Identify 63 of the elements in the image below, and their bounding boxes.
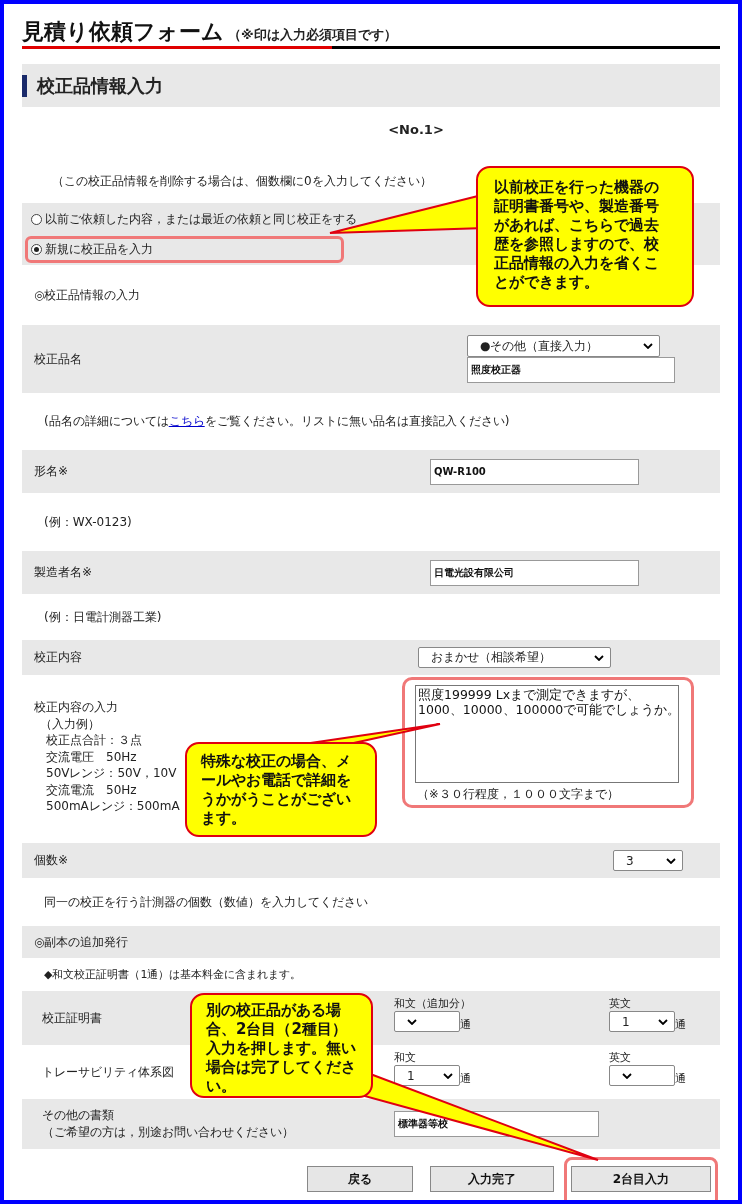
column-label: 和文（追加分） xyxy=(394,996,472,1011)
column-label: 和文 xyxy=(394,1050,417,1065)
callout: 別の校正品がある場合、2台目（2種目）入力を押します。無い場合は完了してください。 xyxy=(190,993,373,1098)
field-label: 製造者名※ xyxy=(33,564,94,581)
unit-label: 通 xyxy=(460,1017,471,1032)
limit-note: （※３０行程度，１０００文字まで） xyxy=(416,786,620,802)
unit-label: 通 xyxy=(675,1017,686,1032)
product-note: (品名の詳細についてはこちら をご覧ください。リストに無い品名は直接記入ください) xyxy=(44,413,510,430)
chevron-icon xyxy=(594,654,604,661)
example-line: 交流電圧 50Hz xyxy=(46,748,137,765)
field-label: 校正内容の入力 xyxy=(34,699,118,716)
content-select[interactable]: おまかせ（相談希望） xyxy=(418,647,611,668)
radio-option[interactable]: 新規に校正品を入力 xyxy=(25,235,344,263)
section-header: 校正品情報入力 xyxy=(22,64,720,107)
chevron-icon xyxy=(658,1018,668,1025)
field-hint: （ご希望の方は，別途お問い合わせください） xyxy=(42,1124,295,1141)
field-label: 校正証明書 xyxy=(42,1009,102,1027)
copies-select[interactable]: 1 xyxy=(609,1011,675,1032)
product-name-field[interactable]: 照度校正器 xyxy=(467,357,675,383)
manufacturer-field[interactable]: 日電光設有限公司 xyxy=(430,559,639,586)
required-note: （※印は入力必須項目です） xyxy=(228,26,397,44)
chevron-icon xyxy=(666,857,676,864)
example-note: (例：日電計測器工業) xyxy=(44,608,162,626)
copies-select[interactable]: 1 xyxy=(394,1065,460,1086)
chevron-icon xyxy=(643,343,653,349)
field-label: 校正内容 xyxy=(33,649,83,666)
content-textarea[interactable]: 照度199999 Lxまで測定できますが、 1000、10000、100000で可能でしょうか。 xyxy=(415,685,679,783)
item-number: <No.1> xyxy=(388,121,444,137)
example-line: 50Vレンジ：50V，10V xyxy=(46,765,177,782)
example-line: 500mAレンジ：500mA xyxy=(46,798,180,815)
page-title: 見積り依頼フォーム xyxy=(22,18,224,46)
example-line: 交流電流 50Hz xyxy=(46,781,137,798)
field-label: トレーサビリティ体系図 xyxy=(42,1063,174,1081)
subheading: ◎副本の追加発行 xyxy=(33,933,130,951)
example-line: 校正点合計：３点 xyxy=(46,732,142,749)
details-link[interactable]: こちら xyxy=(168,414,205,428)
field-label: 形名※ xyxy=(33,463,70,480)
chevron-icon xyxy=(407,1018,417,1025)
copies-select[interactable] xyxy=(394,1011,460,1032)
field-label: 個数※ xyxy=(33,852,70,869)
quantity-note: 同一の校正を行う計測器の個数（数値）を入力してください xyxy=(44,893,368,911)
unit-label: 通 xyxy=(460,1071,471,1086)
example-line: （入力例） xyxy=(40,715,100,732)
delete-note: （この校正品情報を削除する場合は、個数欄に0を入力してください） xyxy=(52,172,432,190)
column-label: 英文 xyxy=(609,1050,632,1065)
quantity-select[interactable]: 3 xyxy=(613,850,683,871)
copies-select[interactable] xyxy=(609,1065,675,1086)
chevron-icon xyxy=(443,1072,453,1079)
product-select[interactable]: ●その他（直接入力） xyxy=(467,335,660,357)
column-label: 英文 xyxy=(609,996,632,1011)
field-label: 校正品名 xyxy=(33,350,83,368)
radio-option[interactable]: 以前ご依頼した内容，または最近の依頼と同じ校正をする xyxy=(25,205,370,233)
form-button[interactable]: 戻る xyxy=(307,1166,413,1192)
model-field[interactable]: QW-R100 xyxy=(430,458,639,485)
subheading: ◎校正品情報の入力 xyxy=(34,286,141,304)
example-note: (例：WX-0123) xyxy=(44,513,132,531)
field-label: その他の書類 xyxy=(42,1107,115,1124)
unit-label: 通 xyxy=(675,1071,686,1086)
chevron-icon xyxy=(622,1072,632,1079)
form-button[interactable]: 入力完了 xyxy=(430,1166,554,1192)
form-button[interactable]: 2台目入力 xyxy=(571,1166,711,1192)
callout: 以前校正を行った機器の証明書番号や、製造番号があれば、こちらで過去歴を参照しますので、校正品情報の入力を省くことができます。 xyxy=(476,166,694,307)
copies-note: ◆和文校正証明書（1通）は基本料金に含まれます。 xyxy=(44,967,302,982)
